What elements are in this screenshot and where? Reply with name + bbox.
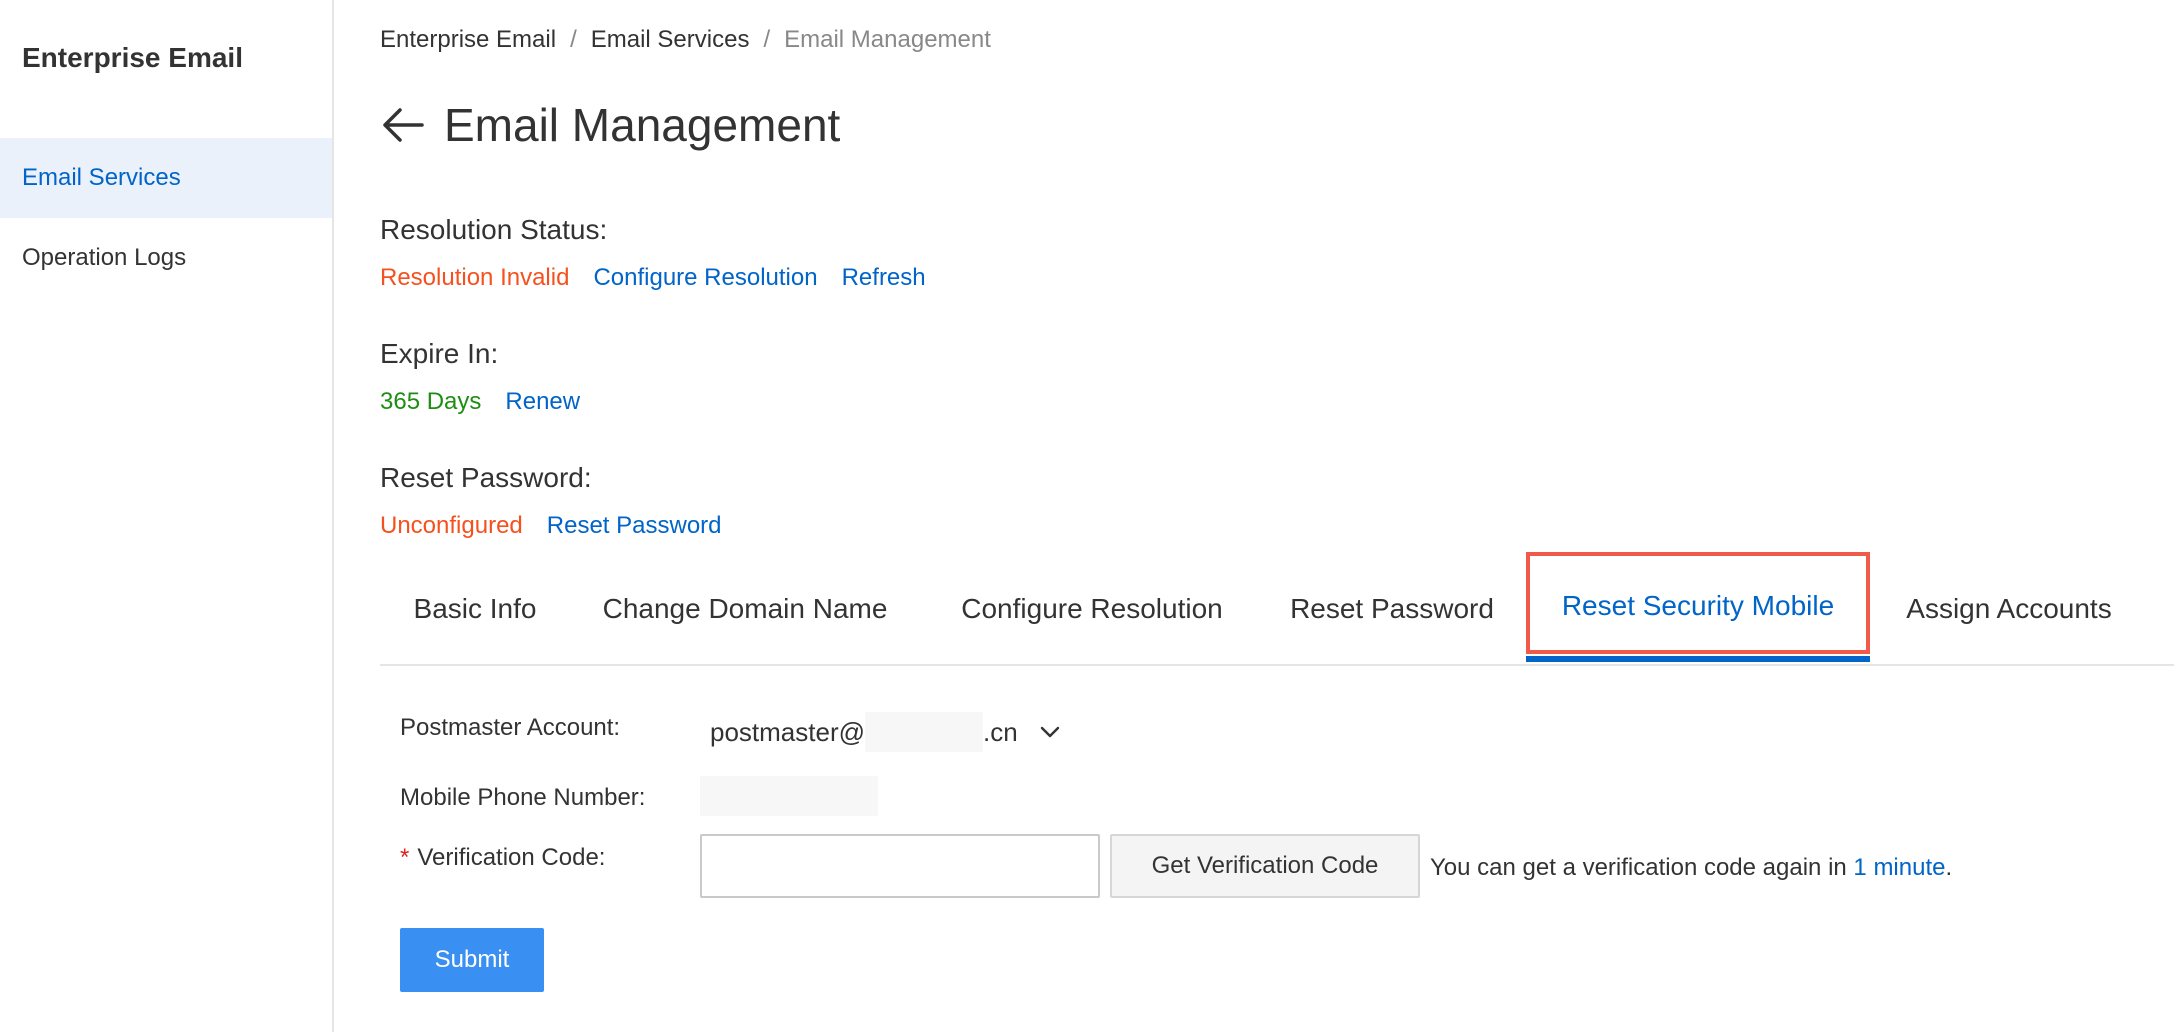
page-header: Email Management <box>380 98 840 152</box>
verification-code-label: * Verification Code: <box>400 844 605 872</box>
tab-reset-security-mobile[interactable]: Reset Security Mobile <box>1526 552 1870 662</box>
postmaster-account-select[interactable]: postmaster@ .cn <box>710 710 1060 754</box>
breadcrumb-separator: / <box>763 26 771 53</box>
reset-password-status: Unconfigured <box>380 512 523 539</box>
breadcrumb: Enterprise Email / Email Services / Emai… <box>380 26 991 54</box>
verification-code-label-text: Verification Code: <box>417 844 606 871</box>
redacted-domain <box>865 712 983 752</box>
tab-configure-resolution[interactable]: Configure Resolution <box>954 552 1230 666</box>
app-root: Enterprise Email Email Services Operatio… <box>0 0 2174 1032</box>
arrow-left-icon[interactable] <box>380 102 426 148</box>
sidebar-item-operation-logs[interactable]: Operation Logs <box>0 218 332 298</box>
required-mark: * <box>400 844 410 871</box>
verification-hint: You can get a verification code again in… <box>1430 854 1952 882</box>
hint-prefix: You can get a verification code again in <box>1430 854 1854 881</box>
breadcrumb-email-services[interactable]: Email Services <box>591 26 750 54</box>
chevron-down-icon[interactable] <box>1040 725 1060 739</box>
hint-countdown: 1 minute <box>1853 854 1946 881</box>
resolution-status-value: Resolution Invalid <box>380 264 570 291</box>
postmaster-suffix: .cn <box>983 716 1018 747</box>
mobile-phone-label: Mobile Phone Number: <box>400 784 646 811</box>
hint-suffix: . <box>1945 854 1953 881</box>
breadcrumb-email-management: Email Management <box>784 26 991 53</box>
renew-link[interactable]: Renew <box>505 388 580 416</box>
tab-basic-info[interactable]: Basic Info <box>412 552 538 666</box>
breadcrumb-separator: / <box>570 26 577 53</box>
get-verification-code-button[interactable]: Get Verification Code <box>1110 834 1420 898</box>
resolution-status-section: Resolution Status: Resolution Invalid Co… <box>380 214 950 292</box>
sidebar: Enterprise Email Email Services Operatio… <box>0 0 334 1032</box>
submit-button[interactable]: Submit <box>400 928 544 992</box>
tab-change-domain-name[interactable]: Change Domain Name <box>600 552 890 666</box>
reset-password-link[interactable]: Reset Password <box>547 512 722 540</box>
postmaster-account-label: Postmaster Account: <box>400 714 621 741</box>
tab-assign-accounts[interactable]: Assign Accounts <box>1902 552 2116 666</box>
expire-value: 365 Days <box>380 388 482 415</box>
sidebar-title: Enterprise Email <box>22 42 243 73</box>
reset-password-section: Reset Password: Unconfigured Reset Passw… <box>380 462 746 540</box>
expire-section: Expire In: 365 Days Renew <box>380 338 604 416</box>
tab-bar: Basic Info Change Domain Name Configure … <box>380 552 2174 666</box>
tab-reset-password[interactable]: Reset Password <box>1288 552 1496 666</box>
breadcrumb-enterprise-email[interactable]: Enterprise Email <box>380 26 556 54</box>
reset-password-label: Reset Password: <box>380 462 592 493</box>
configure-resolution-link[interactable]: Configure Resolution <box>593 264 817 292</box>
refresh-link[interactable]: Refresh <box>842 264 926 292</box>
sidebar-item-email-services[interactable]: Email Services <box>0 138 332 218</box>
expire-label: Expire In: <box>380 338 499 369</box>
verification-code-input[interactable] <box>700 834 1100 898</box>
main-content: Enterprise Email / Email Services / Emai… <box>380 0 2174 1032</box>
postmaster-prefix: postmaster@ <box>710 716 865 747</box>
resolution-status-label: Resolution Status: <box>380 214 608 245</box>
page-title: Email Management <box>444 99 841 151</box>
redacted-phone-number <box>700 776 878 816</box>
